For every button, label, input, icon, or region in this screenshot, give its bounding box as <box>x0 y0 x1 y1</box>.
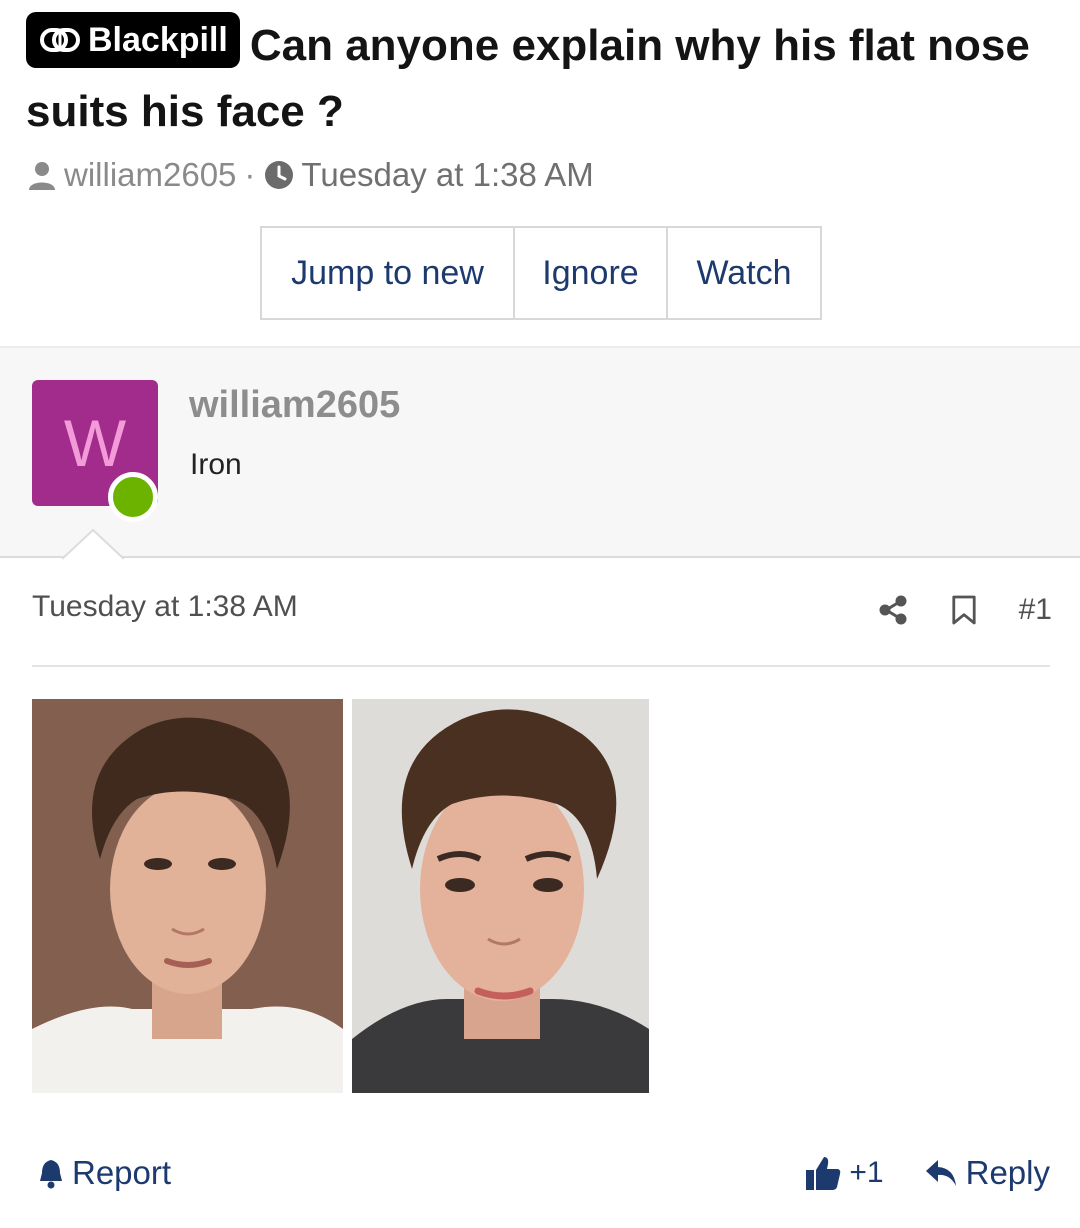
prefix-label: Blackpill <box>88 21 228 59</box>
post-footer-actions: +1 Reply <box>805 1148 1050 1198</box>
post-date[interactable]: Tuesday at 1:38 AM <box>32 590 298 624</box>
portrait-photo-icon <box>32 699 343 1093</box>
watch-button[interactable]: Watch <box>668 228 820 318</box>
thread-meta: william2605 · Tuesday at 1:38 AM <box>26 152 594 198</box>
post-user-block: W william2605 Iron <box>0 346 1080 558</box>
thread-actions: Jump to new Ignore Watch <box>260 226 822 320</box>
thread-title: Blackpill Can anyone explain why his fla… <box>26 12 1056 145</box>
post-photo-1[interactable] <box>32 699 343 1093</box>
thumbs-up-icon <box>806 1157 841 1190</box>
pill-icon <box>40 28 80 52</box>
clock-icon <box>263 159 295 191</box>
forum-thread-page: Blackpill Can anyone explain why his fla… <box>0 0 1080 1228</box>
post-tools: #1 <box>877 588 1052 632</box>
bell-icon <box>40 1160 62 1189</box>
online-status-icon <box>108 472 158 522</box>
portrait-photo-icon <box>352 699 649 1093</box>
report-label: Report <box>72 1154 172 1191</box>
jump-to-new-button[interactable]: Jump to new <box>262 228 515 318</box>
reply-label: Reply <box>965 1154 1050 1191</box>
post-photo-2[interactable] <box>352 699 649 1093</box>
post-number-link[interactable]: #1 <box>1019 593 1052 627</box>
reply-button[interactable]: Reply <box>924 1154 1050 1192</box>
bookmark-icon[interactable] <box>951 594 977 626</box>
user-block-arrow <box>62 528 124 560</box>
like-button[interactable]: +1 <box>805 1155 884 1191</box>
user-icon <box>26 159 58 191</box>
report-button[interactable]: Report <box>36 1148 171 1198</box>
post-username[interactable]: william2605 <box>189 384 400 427</box>
reply-icon <box>925 1160 956 1186</box>
thread-date[interactable]: Tuesday at 1:38 AM <box>301 156 593 194</box>
prefix-badge[interactable]: Blackpill <box>26 12 240 68</box>
user-title: Iron <box>190 448 242 481</box>
ignore-button[interactable]: Ignore <box>515 228 668 318</box>
post-footer: Report +1 Reply <box>36 1148 1050 1198</box>
thread-author-link[interactable]: william2605 <box>64 156 236 194</box>
like-count: +1 <box>849 1156 884 1189</box>
share-icon[interactable] <box>877 594 909 626</box>
meta-separator: · <box>244 156 256 193</box>
divider <box>32 665 1050 667</box>
